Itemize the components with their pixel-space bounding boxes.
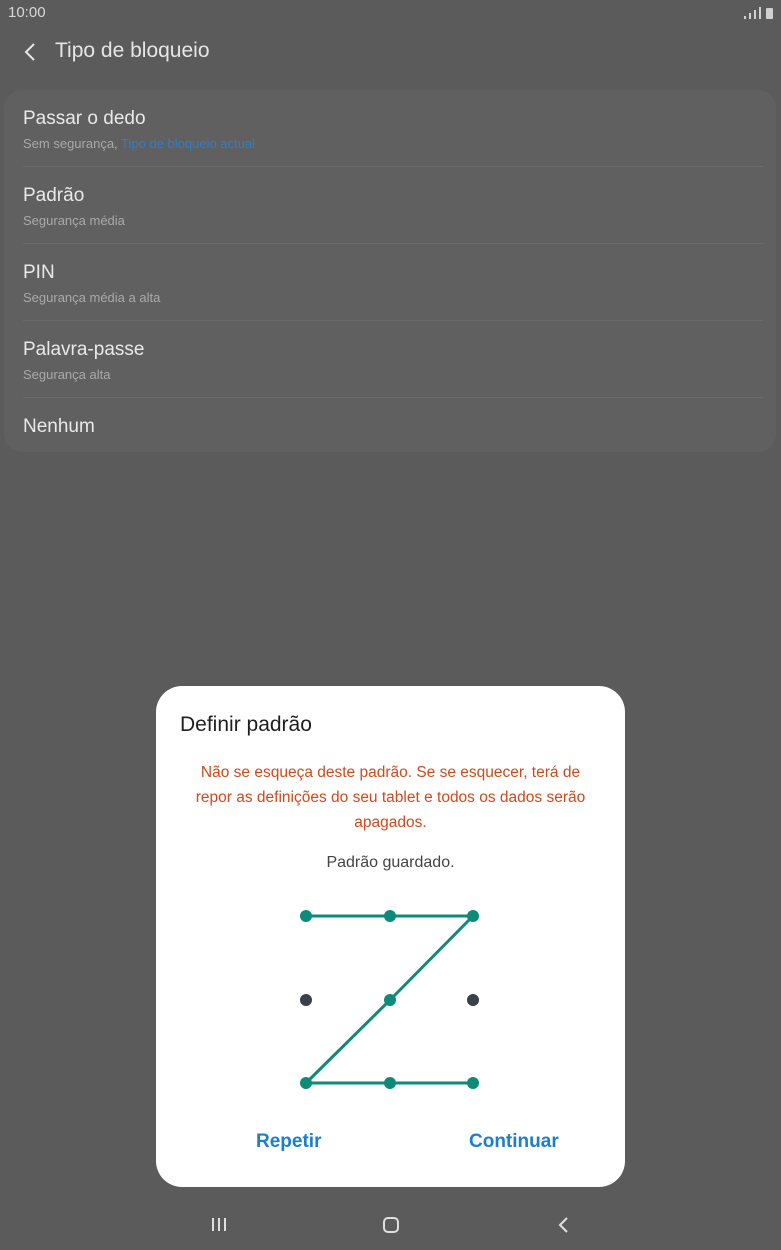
battery-icon bbox=[766, 8, 773, 19]
app-header: Tipo de bloqueio bbox=[0, 30, 781, 74]
pattern-dot-5 bbox=[384, 994, 396, 1006]
page-title: Tipo de bloqueio bbox=[55, 39, 210, 62]
pattern-dot-1 bbox=[300, 910, 312, 922]
lock-type-password[interactable]: Palavra-passe Segurança alta bbox=[4, 321, 776, 398]
lock-type-label: Palavra-passe bbox=[23, 339, 145, 360]
pattern-dot-8 bbox=[384, 1077, 396, 1089]
back-icon bbox=[558, 1217, 568, 1233]
pattern-dot-7 bbox=[300, 1077, 312, 1089]
navigation-bar bbox=[0, 1200, 781, 1250]
pattern-dot-9 bbox=[467, 1077, 479, 1089]
back-arrow-icon bbox=[24, 43, 35, 61]
home-icon bbox=[383, 1217, 399, 1233]
pattern-dot-6 bbox=[467, 994, 479, 1006]
lock-type-description: Segurança média a alta bbox=[23, 290, 161, 305]
current-lock-type-note: Tipo de bloqueio actual bbox=[121, 136, 255, 151]
lock-type-description: Segurança média bbox=[23, 213, 125, 228]
lock-type-label: Nenhum bbox=[23, 416, 95, 437]
lock-type-label: PIN bbox=[23, 262, 55, 283]
signal-icon bbox=[744, 16, 746, 19]
recents-button[interactable] bbox=[201, 1210, 237, 1240]
repeat-button[interactable]: Repetir bbox=[256, 1131, 321, 1153]
lock-type-pattern[interactable]: Padrão Segurança média bbox=[4, 167, 776, 244]
home-button[interactable] bbox=[373, 1210, 409, 1240]
lock-type-description: Segurança alta bbox=[23, 367, 111, 382]
pattern-dot-4 bbox=[300, 994, 312, 1006]
status-time: 10:00 bbox=[8, 4, 46, 21]
recents-icon bbox=[212, 1218, 226, 1231]
lock-type-label: Padrão bbox=[23, 185, 85, 206]
lock-type-pin[interactable]: PIN Segurança média a alta bbox=[4, 244, 776, 321]
status-icons bbox=[744, 5, 773, 19]
lock-type-list: Passar o dedo Sem segurança, Tipo de blo… bbox=[4, 90, 776, 452]
lock-type-label: Passar o dedo bbox=[23, 108, 146, 129]
pattern-grid[interactable] bbox=[156, 686, 625, 1187]
pattern-dot-2 bbox=[384, 910, 396, 922]
lock-type-none[interactable]: Nenhum bbox=[4, 398, 776, 475]
nav-back-button[interactable] bbox=[545, 1210, 581, 1240]
set-pattern-dialog: Definir padrão Não se esqueça deste padr… bbox=[156, 686, 625, 1187]
lock-type-description: Sem segurança, Tipo de bloqueio actual bbox=[23, 136, 255, 151]
continue-button[interactable]: Continuar bbox=[469, 1131, 559, 1153]
pattern-dot-3 bbox=[467, 910, 479, 922]
lock-type-swipe[interactable]: Passar o dedo Sem segurança, Tipo de blo… bbox=[4, 90, 776, 167]
status-bar: 10:00 bbox=[0, 0, 781, 26]
back-button[interactable] bbox=[18, 38, 46, 66]
